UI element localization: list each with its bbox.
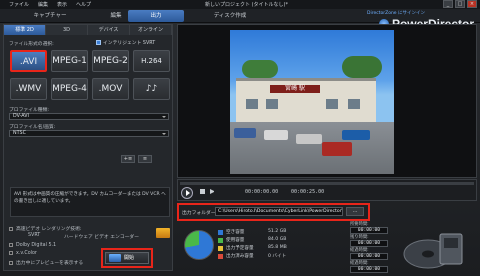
time-box: 経過時間: 00:00:00	[350, 261, 388, 274]
tab-online[interactable]: オンライン	[130, 25, 172, 35]
start-button-highlight: 開始	[101, 248, 153, 268]
format-mov-button[interactable]: .MOV	[92, 78, 129, 100]
disk-stats: 空き容量 51.2 GB 使用容量 84.0 GB 出力予定容量 85.8 MB 出力…	[218, 229, 298, 261]
output-type-tabs: 標準 2D 3D デバイス オンライン	[4, 25, 172, 35]
tree-shape	[342, 56, 382, 78]
menu-view[interactable]: 表示	[57, 1, 67, 8]
menu-file[interactable]: ファイル	[9, 1, 29, 8]
menu-edit[interactable]: 編集	[38, 1, 48, 8]
mode-tab-disc[interactable]: ディスク作成	[200, 10, 260, 22]
profile-name-label: プロファイル名/画質:	[9, 125, 56, 130]
profile-name-select[interactable]: NTSC	[9, 130, 169, 137]
window-controls: _ □ ×	[443, 0, 477, 8]
hw-encoder-radio[interactable]: ハードウェア ビデオ エンコーダー	[64, 233, 139, 240]
dolby-checkbox[interactable]: Dolby Digital 5.1	[9, 243, 56, 248]
format-h264-button[interactable]: H.264 AVC	[133, 50, 170, 85]
stat-row: 使用容量 84.0 GB	[218, 237, 298, 245]
total-timecode: 00:00:25.00	[291, 189, 325, 195]
directorzone-signin-link[interactable]: DirectorZone にサインイン	[367, 10, 425, 16]
color-swatch	[218, 230, 223, 235]
stat-row: 出力予定容量 85.8 MB	[218, 245, 298, 253]
timeline-slider[interactable]	[180, 182, 474, 185]
time-readouts: 所要時間: 00:00:00 残り時間: 00:00:00 経過時間: 00:00:0…	[350, 222, 388, 274]
car-shape	[296, 134, 322, 144]
menu-bar: ファイル 編集 表示 ヘルプ 新しいプロジェクト (タイトルなし)* _ □ ×	[0, 0, 480, 9]
checkbox-checked-icon	[96, 40, 101, 45]
color-swatch	[218, 254, 223, 259]
stop-icon[interactable]	[200, 189, 205, 194]
station-sign: 宮崎 駅	[270, 85, 320, 93]
checkbox-icon	[9, 251, 13, 255]
output-folder-highlight: 出力フォルダー: C:\Users\Hiroto.I\Documents\Cyb…	[177, 203, 370, 221]
preview-during-output-checkbox[interactable]: 出力中にプレビューを表示する	[9, 259, 83, 266]
powerdirector-window: ファイル 編集 表示 ヘルプ 新しいプロジェクト (タイトルなし)* _ □ ×…	[0, 0, 480, 276]
maximize-button[interactable]: □	[455, 0, 465, 8]
format-mpeg4-button[interactable]: MPEG-4	[51, 78, 88, 100]
output-settings-panel: 標準 2D 3D デバイス オンライン ファイル形式の選択: インテリジェント …	[3, 24, 173, 271]
car-shape	[264, 130, 288, 140]
format-mpeg1-button[interactable]: MPEG-1	[51, 50, 88, 72]
time-box: 経過時間: 00:00:00	[350, 248, 388, 261]
window-shape	[266, 99, 278, 109]
stat-row: 空き容量 51.2 GB	[218, 229, 298, 237]
window-shape	[326, 99, 338, 109]
format-grid: .AVI MPEG-1 MPEG-2 H.264 AVC .WMV MPEG-4…	[10, 50, 170, 100]
preview-image: 宮崎 駅	[230, 30, 394, 174]
profile-add-button[interactable]: +≡	[121, 155, 135, 163]
step-forward-icon[interactable]	[210, 189, 214, 194]
window-shape	[348, 99, 360, 109]
car-shape	[234, 128, 256, 138]
tab-3d[interactable]: 3D	[46, 25, 88, 35]
menu-help[interactable]: ヘルプ	[76, 1, 91, 8]
current-timecode: 00:00:00.00	[245, 189, 279, 195]
format-wmv-button[interactable]: .WMV	[10, 78, 47, 100]
checkbox-icon	[9, 261, 13, 265]
output-folder-input[interactable]: C:\Users\Hiroto.I\Documents\CyberLink\Po…	[215, 207, 343, 216]
profile-type-select[interactable]: DV-AVI	[9, 113, 169, 120]
close-button[interactable]: ×	[467, 0, 477, 8]
checkbox-icon	[9, 243, 13, 247]
mode-tab-capture[interactable]: キャプチャー	[22, 10, 78, 22]
xvcolor-checkbox[interactable]: x.v.Color	[9, 251, 37, 256]
intel-badge-icon	[156, 228, 170, 238]
mode-bar: キャプチャー 編集 出力 ディスク作成 DirectorZone にサインイン …	[0, 9, 480, 31]
color-swatch	[218, 246, 223, 251]
svrt-radio[interactable]: SVRT	[28, 233, 40, 238]
stat-row: 出力済み容量 0 バイト	[218, 253, 298, 261]
mode-tab-produce[interactable]: 出力	[128, 10, 184, 22]
disk-usage-pie	[184, 230, 214, 260]
film-output-icon	[109, 254, 121, 262]
intel-svrt-checkbox[interactable]: インテリジェント SVRT	[96, 39, 155, 46]
tab-standard-2d[interactable]: 標準 2D	[4, 25, 46, 35]
profile-info-button[interactable]: ≡	[138, 155, 152, 163]
checkbox-icon	[9, 227, 13, 231]
time-box: 所要時間: 00:00:00	[350, 222, 388, 235]
format-mpeg2-button[interactable]: MPEG-2	[92, 50, 129, 72]
format-description: AVI 形式は中画質の圧縮ができます。DV カムコーダーまたは DV VCR へ…	[10, 187, 170, 217]
output-disc-icon	[403, 233, 463, 269]
start-button[interactable]: 開始	[105, 252, 149, 264]
profile-type-label: プロファイル種類:	[9, 108, 49, 113]
preview-window: 宮崎 駅	[177, 24, 477, 178]
file-format-label: ファイル形式の選択:	[9, 42, 54, 47]
station-building: 宮崎 駅	[236, 78, 376, 122]
tree-shape	[242, 60, 278, 78]
format-avi-button[interactable]: .AVI	[10, 50, 47, 72]
output-folder-label: 出力フォルダー:	[182, 211, 218, 216]
fast-render-checkbox[interactable]: 高速ビデオ レンダリング技術:	[9, 225, 82, 232]
minimize-button[interactable]: _	[443, 0, 453, 8]
window-shape	[246, 99, 258, 109]
window-title: 新しいプロジェクト (タイトルなし)*	[205, 2, 288, 8]
playback-controls: 00:00:00.00 00:00:25.00	[177, 179, 477, 201]
car-shape	[342, 130, 370, 140]
browse-button[interactable]: ...	[346, 207, 364, 216]
color-swatch	[218, 238, 223, 243]
time-box: 残り時間: 00:00:00	[350, 235, 388, 248]
play-button[interactable]	[181, 187, 193, 199]
car-shape	[322, 142, 352, 156]
format-audio-button[interactable]: ♪♪	[133, 78, 170, 100]
tab-device[interactable]: デバイス	[88, 25, 130, 35]
